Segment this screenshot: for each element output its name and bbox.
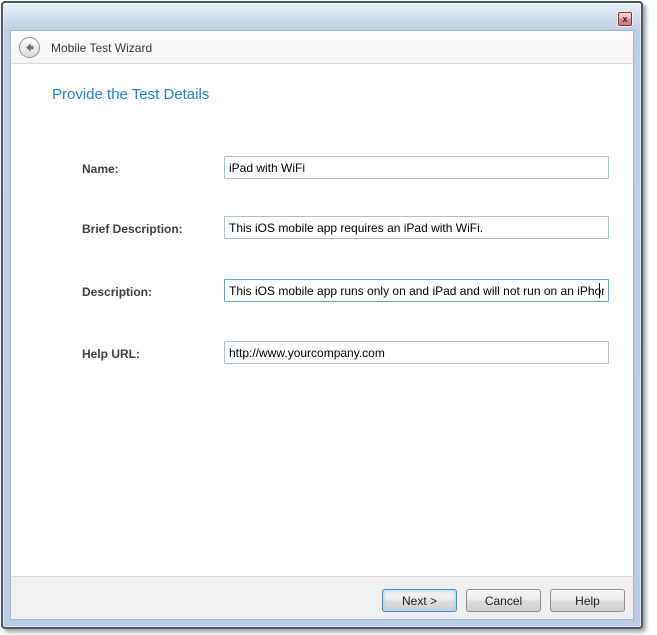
- back-button[interactable]: [19, 37, 40, 58]
- wizard-header: Mobile Test Wizard: [11, 31, 633, 64]
- help-url-label: Help URL:: [82, 347, 140, 361]
- next-button[interactable]: Next >: [382, 589, 457, 612]
- description-label: Description:: [82, 285, 152, 299]
- brief-description-input[interactable]: [224, 216, 609, 239]
- wizard-client-area: Mobile Test Wizard Provide the Test Deta…: [10, 30, 634, 620]
- page-title: Provide the Test Details: [52, 86, 209, 103]
- form-row-help-url: Help URL:: [11, 341, 633, 364]
- name-input[interactable]: [224, 156, 609, 179]
- form-row-name: Name:: [11, 156, 633, 179]
- cancel-button[interactable]: Cancel: [466, 589, 541, 612]
- wizard-title: Mobile Test Wizard: [51, 41, 152, 55]
- help-url-input[interactable]: [224, 341, 609, 364]
- wizard-window: x Mobile Test Wizard Provide the Test De…: [1, 1, 643, 629]
- brief-description-label: Brief Description:: [82, 222, 183, 236]
- footer-button-bar: Next > Cancel Help: [11, 576, 633, 619]
- name-label: Name:: [82, 162, 119, 176]
- description-input[interactable]: [224, 279, 609, 302]
- form-row-description: Description:: [11, 279, 633, 302]
- text-caret: [599, 283, 600, 298]
- close-button[interactable]: x: [618, 12, 632, 26]
- help-button[interactable]: Help: [550, 589, 625, 612]
- form-row-brief-description: Brief Description:: [11, 216, 633, 239]
